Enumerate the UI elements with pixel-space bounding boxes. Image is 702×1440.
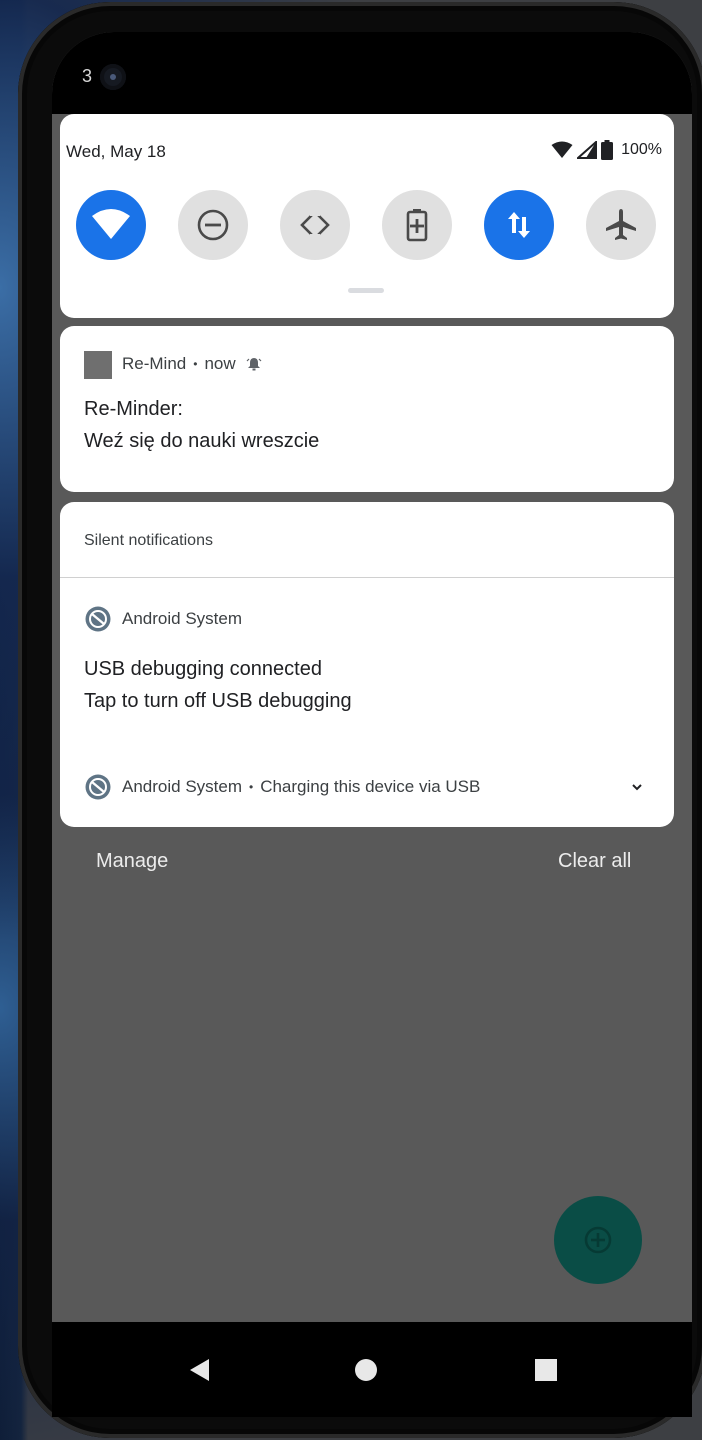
qs-status-icons: 100%	[551, 140, 662, 160]
battery-icon	[601, 140, 614, 160]
chevron-down-icon[interactable]	[630, 780, 644, 794]
status-clock: 3	[82, 66, 93, 86]
remind-app-icon	[84, 351, 112, 379]
wifi-icon	[92, 209, 130, 239]
remind-body: Weź się do nauki wreszcie	[84, 430, 320, 452]
tile-battery-saver[interactable]	[382, 190, 452, 260]
home-icon	[355, 1359, 377, 1381]
quick-settings-panel: Wed, May 18 100%	[60, 114, 674, 318]
auto-rotate-icon	[300, 208, 330, 242]
usb-title: USB debugging connected	[84, 658, 322, 680]
nav-recents-button[interactable]	[528, 1352, 564, 1388]
qs-drag-handle[interactable]	[348, 288, 384, 293]
notification-remind[interactable]: Re-Mind • now Re-Minder: Weź się do nauk…	[60, 326, 674, 492]
nav-home-button[interactable]	[348, 1352, 384, 1388]
charging-text: Charging this device via USB	[260, 777, 481, 796]
phone-frame: 3 Wed, May 18 100% Re-Mind • now Re-Mind…	[18, 2, 702, 1438]
header-separator: •	[193, 357, 198, 371]
charging-header: Android System • Charging this device vi…	[122, 777, 480, 797]
add-circle-icon	[584, 1226, 612, 1254]
fab-add-button[interactable]	[554, 1196, 642, 1284]
cell-signal-icon	[577, 141, 598, 159]
battery-saver-icon	[406, 209, 428, 242]
usb-header: Android System	[122, 609, 242, 629]
tile-mobile-data[interactable]	[484, 190, 554, 260]
screen: 3 Wed, May 18 100% Re-Mind • now Re-Mind…	[52, 32, 692, 1417]
wifi-signal-icon	[551, 141, 573, 158]
manage-button[interactable]: Manage	[96, 850, 168, 873]
qs-date[interactable]: Wed, May 18	[66, 142, 166, 162]
remind-title: Re-Minder:	[84, 398, 183, 420]
battery-percent: 100%	[621, 141, 662, 158]
tile-airplane-mode[interactable]	[586, 190, 656, 260]
mobile-data-icon	[508, 212, 530, 238]
silent-notifications-group: Silent notifications Android System USB …	[60, 502, 674, 827]
nav-back-button[interactable]	[182, 1352, 218, 1388]
tile-do-not-disturb[interactable]	[178, 190, 248, 260]
navigation-bar	[52, 1322, 692, 1417]
silent-section-label: Silent notifications	[84, 532, 213, 549]
alert-bell-icon	[246, 356, 262, 372]
android-system-icon	[85, 606, 111, 632]
header-separator: •	[249, 780, 254, 794]
usb-body: Tap to turn off USB debugging	[84, 690, 352, 712]
clear-all-button[interactable]: Clear all	[558, 850, 631, 873]
android-system-icon	[85, 774, 111, 800]
section-divider	[60, 577, 674, 578]
tile-wifi[interactable]	[76, 190, 146, 260]
qs-tiles	[76, 190, 660, 262]
tile-auto-rotate[interactable]	[280, 190, 350, 260]
remind-header: Re-Mind • now	[122, 354, 262, 374]
remind-app-name: Re-Mind	[122, 354, 187, 373]
back-icon	[190, 1359, 209, 1381]
remind-time: now	[204, 354, 236, 373]
usb-app-name: Android System	[122, 609, 242, 628]
recents-icon	[535, 1359, 557, 1381]
charging-app-name: Android System	[122, 777, 242, 796]
status-bar: 3	[52, 32, 692, 114]
camera-cutout	[100, 64, 126, 90]
airplane-icon	[606, 209, 636, 240]
do-not-disturb-icon	[197, 209, 229, 241]
